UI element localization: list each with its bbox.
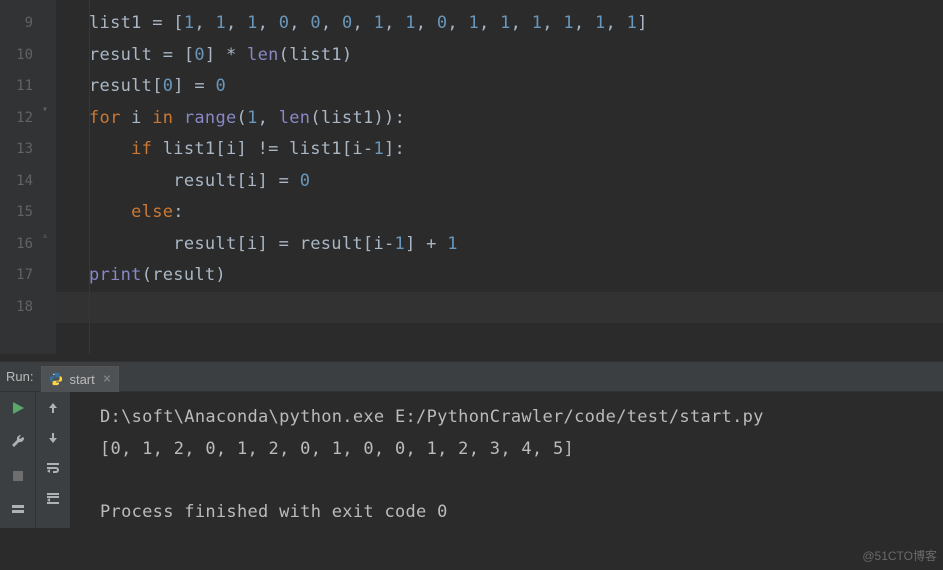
wrench-icon[interactable]: [10, 434, 26, 450]
run-label: Run:: [0, 369, 41, 384]
close-icon[interactable]: ×: [103, 372, 111, 386]
code-line[interactable]: print(result): [56, 260, 943, 292]
console-line: [0, 1, 2, 0, 1, 2, 0, 1, 0, 0, 1, 2, 3, …: [100, 439, 574, 459]
fold-end-icon[interactable]: ▵: [42, 230, 54, 242]
line-number: 18: [0, 292, 42, 324]
code-line[interactable]: if list1[i] != list1[i-1]:: [56, 134, 943, 166]
line-number: 13: [0, 134, 42, 166]
code-line[interactable]: [56, 292, 943, 324]
line-number: 11: [0, 71, 42, 103]
run-toolbar-secondary: [35, 392, 70, 528]
code-line[interactable]: list1 = [1, 1, 1, 0, 0, 0, 1, 1, 0, 1, 1…: [56, 8, 943, 40]
line-number: 14: [0, 166, 42, 198]
code-line[interactable]: result[i] = result[i-1] + 1: [56, 229, 943, 261]
fold-column: ▾ ▵: [42, 0, 56, 354]
line-number: 10: [0, 40, 42, 72]
line-number: 12: [0, 103, 42, 135]
console-line: D:\soft\Anaconda\python.exe E:/PythonCra…: [100, 407, 764, 427]
scroll-icon[interactable]: [45, 490, 61, 506]
run-panel: Run: start × D:\soft\Anaconda\python.exe…: [0, 362, 943, 528]
console-output[interactable]: D:\soft\Anaconda\python.exe E:/PythonCra…: [70, 392, 943, 528]
python-icon: [49, 372, 63, 386]
line-number: 17: [0, 260, 42, 292]
code-line[interactable]: else:: [56, 197, 943, 229]
run-icon[interactable]: [10, 400, 26, 416]
run-toolbar-primary: [0, 392, 35, 528]
fold-start-icon[interactable]: ▾: [42, 104, 54, 116]
stop-icon[interactable]: [10, 468, 26, 484]
line-number: 16: [0, 229, 42, 261]
line-number: 15: [0, 197, 42, 229]
run-header: Run: start ×: [0, 362, 943, 392]
tab-label: start: [69, 372, 94, 387]
editor-pane: 9 10 11 12 13 14 15 16 17 18 ▾ ▵ list1 =…: [0, 0, 943, 354]
code-line[interactable]: result = [0] * len(list1): [56, 40, 943, 72]
run-body: D:\soft\Anaconda\python.exe E:/PythonCra…: [0, 392, 943, 528]
code-line[interactable]: for i in range(1, len(list1)):: [56, 103, 943, 135]
arrow-down-icon[interactable]: [45, 430, 61, 446]
arrow-up-icon[interactable]: [45, 400, 61, 416]
code-line[interactable]: result[i] = 0: [56, 166, 943, 198]
layout-icon[interactable]: [10, 502, 26, 518]
line-gutter: 9 10 11 12 13 14 15 16 17 18: [0, 0, 42, 354]
code-line[interactable]: result[0] = 0: [56, 71, 943, 103]
line-number: 9: [0, 8, 42, 40]
console-line: Process finished with exit code 0: [100, 502, 448, 522]
code-area[interactable]: list1 = [1, 1, 1, 0, 0, 0, 1, 1, 0, 1, 1…: [56, 0, 943, 354]
run-tab[interactable]: start ×: [41, 366, 119, 392]
wrap-icon[interactable]: [45, 460, 61, 476]
pane-divider[interactable]: [0, 354, 943, 362]
watermark: @51CTO博客: [862, 547, 937, 564]
